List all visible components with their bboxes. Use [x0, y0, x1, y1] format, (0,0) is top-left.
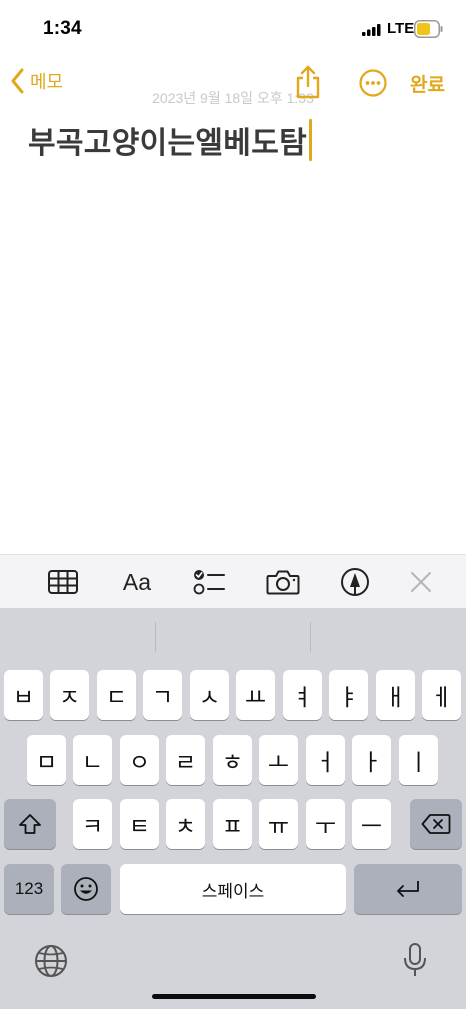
return-icon: [397, 881, 419, 897]
battery-icon: [414, 20, 443, 38]
key[interactable]: ㅑ: [329, 670, 368, 720]
key[interactable]: ㅅ: [190, 670, 229, 720]
key[interactable]: ㅈ: [50, 670, 89, 720]
markup-icon[interactable]: [338, 565, 372, 599]
suggestion-divider: [155, 622, 156, 652]
return-key[interactable]: [354, 864, 462, 914]
delete-key[interactable]: [410, 799, 462, 849]
text-caret: [309, 119, 312, 161]
key[interactable]: ㅇ: [120, 735, 159, 785]
more-options-icon[interactable]: [358, 68, 388, 98]
checklist-icon[interactable]: [192, 565, 226, 599]
note-text: 부곡고양이는엘베도탐: [28, 127, 307, 160]
key[interactable]: ㅌ: [120, 799, 159, 849]
key[interactable]: ㅔ: [422, 670, 461, 720]
key[interactable]: ㅓ: [306, 735, 345, 785]
home-indicator: [152, 994, 316, 999]
suggestion-bar: [0, 608, 466, 666]
note-date: 2023년 9월 18일 오후 1:33: [152, 90, 314, 106]
emoji-icon: [74, 877, 98, 901]
key[interactable]: ㄱ: [143, 670, 182, 720]
key[interactable]: ㅁ: [27, 735, 66, 785]
key[interactable]: ㄷ: [97, 670, 136, 720]
close-icon[interactable]: [404, 565, 438, 599]
emoji-key[interactable]: [61, 864, 111, 914]
key[interactable]: ㅕ: [283, 670, 322, 720]
key[interactable]: ㄴ: [73, 735, 112, 785]
space-key[interactable]: 스페이스: [120, 864, 346, 914]
microphone-icon[interactable]: [402, 942, 428, 978]
key[interactable]: ㅂ: [4, 670, 43, 720]
key[interactable]: ㅛ: [236, 670, 275, 720]
note-editor[interactable]: 부곡고양이는엘베도탐: [28, 118, 312, 162]
network-type: LTE: [387, 20, 415, 37]
key[interactable]: ㅍ: [213, 799, 252, 849]
cellular-signal-icon: [362, 24, 381, 36]
key[interactable]: ㅐ: [376, 670, 415, 720]
shift-icon: [19, 814, 41, 834]
share-icon[interactable]: [294, 64, 322, 100]
key[interactable]: ㅡ: [352, 799, 391, 849]
globe-icon[interactable]: [34, 944, 68, 978]
key[interactable]: ㅣ: [399, 735, 438, 785]
format-icon[interactable]: Aa: [120, 565, 154, 599]
key[interactable]: ㅠ: [259, 799, 298, 849]
key[interactable]: ㅏ: [352, 735, 391, 785]
key[interactable]: ㄹ: [166, 735, 205, 785]
table-icon[interactable]: [46, 565, 80, 599]
key[interactable]: ㅊ: [166, 799, 205, 849]
key[interactable]: ㅎ: [213, 735, 252, 785]
key[interactable]: ㅋ: [73, 799, 112, 849]
status-time: 1:34: [43, 18, 82, 39]
camera-icon[interactable]: [266, 565, 300, 599]
done-button[interactable]: 완료: [410, 70, 445, 97]
suggestion-divider: [310, 622, 311, 652]
key[interactable]: ㅗ: [259, 735, 298, 785]
numbers-key[interactable]: 123: [4, 864, 54, 914]
backspace-icon: [421, 814, 451, 834]
key[interactable]: ㅜ: [306, 799, 345, 849]
formatting-toolbar: Aa: [0, 554, 466, 609]
shift-key[interactable]: [4, 799, 56, 849]
